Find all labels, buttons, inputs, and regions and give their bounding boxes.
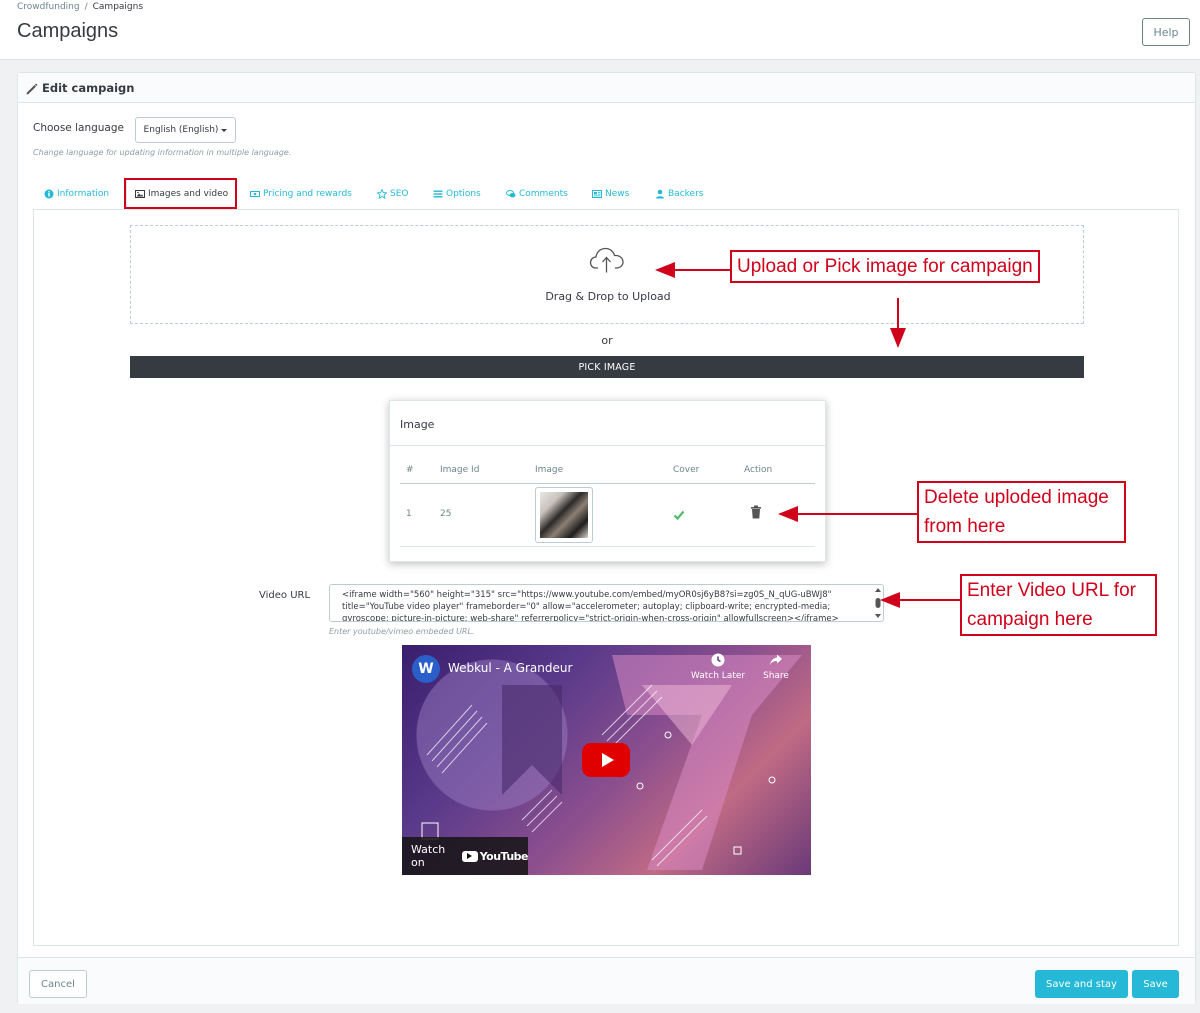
channel-logo[interactable]: W bbox=[412, 655, 440, 683]
divider bbox=[400, 546, 815, 547]
youtube-wordmark: YouTube bbox=[479, 849, 529, 863]
textarea-scrollbar[interactable] bbox=[874, 587, 882, 619]
tab-options[interactable]: Options bbox=[433, 178, 481, 209]
annotation-delete-line1: Delete uploded image bbox=[924, 487, 1109, 508]
breadcrumb-current[interactable]: Campaigns bbox=[93, 2, 143, 12]
language-selected-value: English (English) bbox=[143, 125, 219, 135]
trash-icon[interactable] bbox=[750, 505, 762, 519]
star-icon bbox=[377, 188, 387, 199]
pick-image-button[interactable]: PICK IMAGE bbox=[130, 356, 1084, 378]
column-header-image-id: Image Id bbox=[440, 465, 480, 475]
check-icon[interactable] bbox=[673, 509, 685, 521]
image-table-card: Image # Image Id Image Cover Action 1 25 bbox=[389, 400, 826, 562]
watch-on-youtube-button[interactable]: Watch on YouTube bbox=[402, 837, 529, 875]
cancel-button[interactable]: Cancel bbox=[29, 970, 87, 998]
annotation-upload-text: Upload or Pick image for campaign bbox=[737, 256, 1033, 277]
play-button[interactable] bbox=[582, 743, 630, 777]
language-label: Choose language bbox=[33, 122, 124, 134]
list-icon bbox=[433, 190, 443, 197]
annotation-video: Enter Video URL for campaign here bbox=[960, 574, 1157, 636]
column-header-num: # bbox=[406, 465, 414, 475]
tab-label: Information bbox=[57, 188, 110, 199]
divider bbox=[400, 483, 815, 484]
annotation-upload: Upload or Pick image for campaign bbox=[730, 250, 1040, 283]
share-button[interactable]: Share bbox=[758, 653, 794, 681]
video-title[interactable]: Webkul - A Grandeur bbox=[448, 661, 572, 675]
panel-title: Edit campaign bbox=[42, 81, 135, 95]
newspaper-icon bbox=[592, 189, 602, 198]
language-help-text: Change language for updating information… bbox=[33, 148, 292, 157]
youtube-video-preview[interactable]: W Webkul - A Grandeur Watch Later Share … bbox=[402, 645, 811, 875]
annotation-video-line1: Enter Video URL for bbox=[967, 580, 1136, 601]
share-label: Share bbox=[763, 671, 789, 681]
caret-down-icon bbox=[221, 128, 228, 132]
breadcrumb-separator: / bbox=[84, 2, 88, 12]
watch-on-label: Watch on bbox=[411, 843, 446, 869]
language-select[interactable]: English (English) bbox=[135, 117, 236, 143]
page-title: Campaigns bbox=[17, 20, 119, 42]
share-icon bbox=[770, 654, 782, 666]
youtube-play-icon bbox=[461, 850, 478, 862]
row-image-id: 25 bbox=[440, 509, 452, 519]
column-header-action: Action bbox=[744, 465, 773, 475]
dropzone-text: Drag & Drop to Upload bbox=[545, 290, 671, 303]
watch-later-button[interactable]: Watch Later bbox=[688, 653, 748, 681]
tab-pricing-and-rewards[interactable]: Pricing and rewards bbox=[250, 178, 352, 209]
info-circle-icon bbox=[44, 189, 54, 198]
tab-information[interactable]: Information bbox=[44, 178, 109, 209]
breadcrumb-parent[interactable]: Crowdfunding bbox=[17, 2, 80, 12]
breadcrumb: Crowdfunding / Campaigns bbox=[17, 2, 143, 12]
column-header-image: Image bbox=[535, 465, 564, 475]
video-url-label: Video URL bbox=[259, 590, 311, 601]
video-url-input[interactable]: <iframe width="560" height="315" src="ht… bbox=[329, 584, 884, 622]
image-card-title: Image bbox=[400, 418, 435, 431]
tab-seo[interactable]: SEO bbox=[377, 178, 408, 209]
tab-label: SEO bbox=[390, 188, 409, 199]
panel-footer: Cancel Save and stay Save bbox=[18, 957, 1195, 1004]
tab-label: Pricing and rewards bbox=[263, 188, 352, 199]
page-header: Crowdfunding / Campaigns Campaigns Help bbox=[0, 0, 1200, 60]
play-icon bbox=[601, 753, 614, 767]
annotation-delete: Delete uploded image from here bbox=[917, 481, 1126, 543]
video-url-help: Enter youtube/vimeo embeded URL. bbox=[329, 627, 475, 636]
tab-images-and-video[interactable]: Images and video bbox=[126, 178, 238, 209]
tab-label: Images and video bbox=[148, 188, 229, 199]
image-thumbnail[interactable] bbox=[535, 487, 593, 543]
panel-heading: Edit campaign bbox=[18, 73, 1195, 103]
tab-label: News bbox=[605, 188, 630, 199]
comments-icon bbox=[506, 189, 516, 197]
save-and-stay-button[interactable]: Save and stay bbox=[1035, 970, 1128, 998]
tab-label: Backers bbox=[668, 188, 704, 199]
annotation-delete-line2: from here bbox=[924, 516, 1006, 537]
pencil-icon bbox=[26, 83, 38, 95]
tab-news[interactable]: News bbox=[592, 178, 629, 209]
tab-backers[interactable]: Backers bbox=[655, 178, 703, 209]
tab-label: Options bbox=[446, 188, 481, 199]
cloud-upload-icon bbox=[589, 247, 624, 273]
divider bbox=[390, 445, 825, 446]
youtube-logo: YouTube bbox=[461, 849, 529, 863]
thumbnail-photo bbox=[540, 492, 588, 538]
row-number: 1 bbox=[406, 509, 412, 519]
help-button[interactable]: Help bbox=[1142, 18, 1190, 46]
annotation-video-line2: campaign here bbox=[967, 609, 1093, 630]
image-icon bbox=[135, 189, 145, 198]
tab-comments[interactable]: Comments bbox=[506, 178, 568, 209]
or-separator: or bbox=[601, 334, 613, 347]
user-icon bbox=[656, 189, 664, 198]
tab-label: Comments bbox=[519, 188, 568, 199]
clock-icon bbox=[711, 653, 725, 667]
save-button[interactable]: Save bbox=[1132, 970, 1179, 998]
column-header-cover: Cover bbox=[673, 465, 700, 475]
money-icon bbox=[250, 190, 260, 197]
watch-later-label: Watch Later bbox=[690, 671, 746, 681]
